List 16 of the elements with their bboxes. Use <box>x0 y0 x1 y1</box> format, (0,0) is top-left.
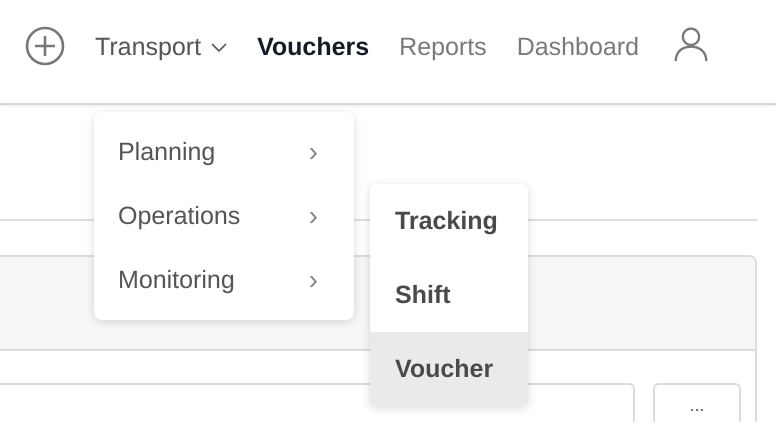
menu-item[interactable]: Monitoring › <box>94 248 354 312</box>
chevron-icon: › <box>308 136 318 168</box>
submenu-item[interactable]: Tracking <box>370 184 528 258</box>
submenu-item[interactable]: Voucher <box>370 332 528 406</box>
add-icon[interactable] <box>25 26 65 66</box>
more-button[interactable]: ... <box>653 383 741 422</box>
submenu-item[interactable]: Shift <box>370 258 528 332</box>
nav-link[interactable]: Dashboard <box>516 33 639 62</box>
chevron-icon: › <box>308 264 318 296</box>
menu-item[interactable]: Planning › <box>94 120 354 184</box>
caret-icon <box>211 42 228 52</box>
menu-item[interactable]: Operations › <box>94 184 354 248</box>
chevron-icon: › <box>308 200 318 232</box>
nav-link[interactable]: Reports <box>399 33 487 62</box>
nav-dropdown[interactable]: Transport <box>95 33 228 62</box>
nav-link[interactable]: Vouchers <box>257 33 370 62</box>
